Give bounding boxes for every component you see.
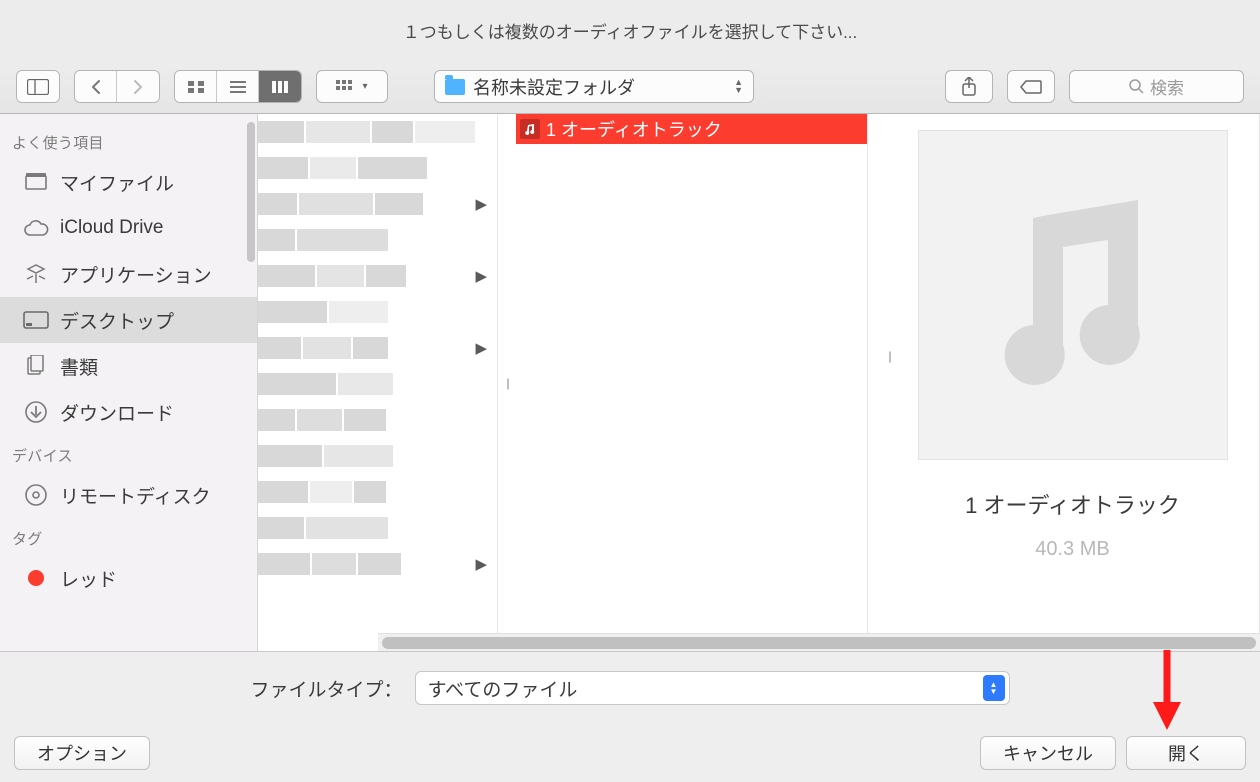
updown-icon: ▲▼ xyxy=(734,79,743,94)
toolbar: ▾ 名称未設定フォルダ ▲▼ 検索 xyxy=(0,60,1260,114)
file-name: 1 オーディオトラック xyxy=(546,116,722,142)
sidebar-label: レッド xyxy=(60,565,117,592)
sidebar-header-devices: デバイス xyxy=(0,435,257,472)
column-resize-handle[interactable]: || xyxy=(880,126,898,586)
sidebar-item-tag-red[interactable]: レッド xyxy=(0,555,257,601)
column-view-button[interactable] xyxy=(259,71,301,102)
arrange-button[interactable]: ▾ xyxy=(316,70,388,103)
window-title: １つもしくは複数のオーディオファイルを選択して下さい... xyxy=(0,0,1260,60)
horizontal-scrollbar[interactable] xyxy=(378,633,1260,651)
sidebar-item-applications[interactable]: アプリケーション xyxy=(0,251,257,297)
sidebar: よく使う項目 マイファイル iCloud Drive アプリケーション デスクト… xyxy=(0,114,258,651)
search-placeholder: 検索 xyxy=(1150,74,1184,99)
redacted-list: ▶ ▶ ▶ ▶ xyxy=(258,114,497,651)
desktop-icon xyxy=(22,308,50,332)
scrollbar-thumb[interactable] xyxy=(382,637,1256,649)
column-1[interactable]: ▶ ▶ ▶ ▶ xyxy=(258,114,498,651)
folder-icon xyxy=(445,79,465,95)
back-button[interactable] xyxy=(75,71,117,102)
file-row-selected[interactable]: 1 オーディオトラック xyxy=(516,114,867,144)
sidebar-item-myfiles[interactable]: マイファイル xyxy=(0,159,257,205)
cancel-button[interactable]: キャンセル xyxy=(980,736,1116,770)
bottom-button-row: オプション キャンセル 開く xyxy=(0,724,1260,782)
nav-group xyxy=(74,70,160,103)
open-label: 開く xyxy=(1168,740,1204,766)
disc-icon xyxy=(22,483,50,507)
preview-thumbnail xyxy=(918,130,1228,460)
list-view-button[interactable] xyxy=(217,71,259,102)
main-body: よく使う項目 マイファイル iCloud Drive アプリケーション デスクト… xyxy=(0,114,1260,652)
filetype-select[interactable]: すべてのファイル ▲▼ xyxy=(415,671,1010,705)
sidebar-item-desktop[interactable]: デスクトップ xyxy=(0,297,257,343)
view-mode-group xyxy=(174,70,302,103)
myfiles-icon xyxy=(22,170,50,194)
filetype-label: ファイルタイプ： xyxy=(250,675,402,702)
sidebar-toggle-button[interactable] xyxy=(17,71,59,102)
sidebar-item-documents[interactable]: 書類 xyxy=(0,343,257,389)
search-icon xyxy=(1129,79,1144,94)
sidebar-item-downloads[interactable]: ダウンロード xyxy=(0,389,257,435)
options-button[interactable]: オプション xyxy=(14,736,150,770)
sidebar-label: iCloud Drive xyxy=(60,217,163,239)
path-dropdown[interactable]: 名称未設定フォルダ ▲▼ xyxy=(434,70,754,103)
sidebar-label: アプリケーション xyxy=(60,261,212,288)
tags-button[interactable] xyxy=(1007,70,1055,103)
sidebar-label: ダウンロード xyxy=(60,399,174,426)
filetype-value: すべてのファイル xyxy=(428,675,983,702)
column-browser: ▶ ▶ ▶ ▶ || xyxy=(258,114,1260,651)
sidebar-toggle-group xyxy=(16,70,60,103)
annotation-arrow xyxy=(1149,648,1185,734)
sidebar-header-tags: タグ xyxy=(0,518,257,555)
tag-red-icon xyxy=(22,566,50,590)
column-resize-handle[interactable]: || xyxy=(498,114,516,651)
share-button[interactable] xyxy=(945,70,993,103)
sidebar-item-icloud[interactable]: iCloud Drive xyxy=(0,205,257,251)
open-button[interactable]: 開く xyxy=(1126,736,1246,770)
documents-icon xyxy=(22,354,50,378)
select-caret-icon: ▲▼ xyxy=(983,675,1005,701)
preview-filesize: 40.3 MB xyxy=(1035,538,1109,561)
music-file-icon xyxy=(520,119,540,139)
sidebar-item-remotedisc[interactable]: リモートディスク xyxy=(0,472,257,518)
filetype-row: ファイルタイプ： すべてのファイル ▲▼ xyxy=(0,652,1260,724)
sidebar-label: リモートディスク xyxy=(60,482,211,509)
forward-button[interactable] xyxy=(117,71,159,102)
search-field[interactable]: 検索 xyxy=(1069,70,1244,103)
applications-icon xyxy=(22,262,50,286)
sidebar-header-favorites: よく使う項目 xyxy=(0,122,257,159)
cloud-icon xyxy=(22,216,50,240)
preview-column: || 1 オーディオトラック 40.3 MB xyxy=(868,114,1260,651)
cancel-label: キャンセル xyxy=(1003,740,1093,766)
music-icon xyxy=(988,195,1158,395)
preview-filename: 1 オーディオトラック xyxy=(965,488,1180,520)
sidebar-label: マイファイル xyxy=(60,169,174,196)
sidebar-label: デスクトップ xyxy=(60,307,174,334)
title-text: １つもしくは複数のオーディオファイルを選択して下さい... xyxy=(403,18,857,43)
downloads-icon xyxy=(22,400,50,424)
path-folder-name: 名称未設定フォルダ xyxy=(473,74,726,100)
sidebar-label: 書類 xyxy=(60,353,98,380)
icon-view-button[interactable] xyxy=(175,71,217,102)
options-label: オプション xyxy=(37,740,127,766)
column-2[interactable]: || 1 オーディオトラック xyxy=(498,114,868,651)
